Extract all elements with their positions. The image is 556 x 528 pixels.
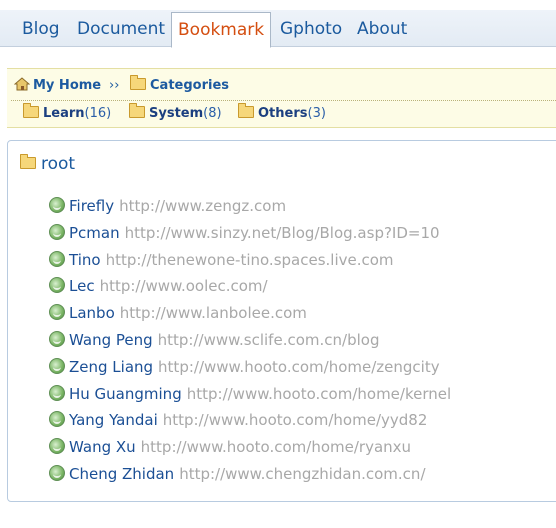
folder-icon [23,103,39,118]
category-others-name: Others [258,106,308,121]
breadcrumb-categories-label: Categories [150,78,230,93]
folder-icon [20,154,36,169]
folder-icon [238,103,254,118]
category-learn-name: Learn [43,106,85,121]
tab-about[interactable]: About [357,13,407,46]
bookmark-name[interactable]: Yang Yandai [69,411,158,429]
bookmark-item: Yang Yandai http://www.hooto.com/home/yyd… [49,407,451,434]
category-others-count: (3) [307,106,326,121]
tab-blog[interactable]: Blog [22,13,60,46]
bookmark-item: Tino http://thenewone-tino.spaces.live.co… [49,247,451,274]
bookmark-name[interactable]: Lanbo [69,304,115,322]
bookmark-url[interactable]: http://www.chengzhidan.com.cn/ [179,465,425,483]
bookmark-name[interactable]: Tino [69,251,101,269]
globe-bookmark-icon [49,411,65,428]
globe-bookmark-icon [49,357,65,374]
bookmark-item: Cheng Zhidan http://www.chengzhidan.com.c… [49,461,451,488]
globe-bookmark-icon [49,197,65,213]
tab-bookmark[interactable]: Bookmark [171,12,272,48]
category-system-name: System [149,106,204,121]
bookmark-url[interactable]: http://www.sinzy.net/Blog/Blog.asp?ID=10 [125,224,440,242]
bookmark-list: Firefly http://www.zengz.com Pcman http://… [49,193,451,488]
breadcrumb-separator: ›› [109,78,120,93]
bookmark-url[interactable]: http://www.hooto.com/home/ryanxu [141,438,411,456]
category-others[interactable]: Others(3) [238,103,326,124]
bookmark-name[interactable]: Zeng Liang [69,358,153,376]
folder-icon [129,103,145,118]
globe-bookmark-icon [49,223,65,240]
bookmark-item: Firefly http://www.zengz.com [49,193,451,220]
globe-bookmark-icon [49,277,65,294]
category-learn-count: (16) [84,106,112,121]
top-tab-bar: Blog Document Bookmark Gphoto About [0,0,556,48]
bookmark-name[interactable]: Pcman [69,224,120,242]
bookmark-url[interactable]: http://www.hooto.com/home/yyd82 [163,411,428,429]
root-title-label: root [41,154,76,174]
bookmark-name[interactable]: Wang Peng [69,331,153,349]
breadcrumb-home-label: My Home [33,78,102,93]
bookmark-url[interactable]: http://www.oolec.com/ [100,277,268,295]
tab-document[interactable]: Document [77,13,165,46]
root-folder-title[interactable]: root [20,153,75,175]
bookmark-item: Lec http://www.oolec.com/ [49,273,451,300]
home-icon [14,77,30,91]
breadcrumb-home-link[interactable]: My Home [14,76,101,96]
bookmark-name[interactable]: Lec [69,277,95,295]
globe-bookmark-icon [49,330,65,347]
folder-icon [130,75,146,90]
root-bookmark-box: root Firefly http://www.zengz.com Pcman ht… [7,140,556,502]
bookmark-item: Wang Peng http://www.sclife.com.cn/blog [49,327,451,354]
globe-bookmark-icon [49,250,65,267]
bookmark-url[interactable]: http://thenewone-tino.spaces.live.com [106,251,394,269]
bookmark-url[interactable]: http://www.zengz.com [119,197,286,215]
bookmark-name[interactable]: Cheng Zhidan [69,465,174,483]
bookmark-url[interactable]: http://www.lanbolee.com [120,304,307,322]
bookmark-item: Hu Guangming http://www.hooto.com/home/ke… [49,381,451,408]
bookmark-url[interactable]: http://www.sclife.com.cn/blog [158,331,380,349]
bookmark-name[interactable]: Wang Xu [69,438,136,456]
category-system[interactable]: System(8) [129,103,222,124]
bookmark-item: Pcman http://www.sinzy.net/Blog/Blog.asp?… [49,220,451,247]
bookmark-item: Wang Xu http://www.hooto.com/home/ryanxu [49,434,451,461]
bookmark-url[interactable]: http://www.hooto.com/home/zengcity [158,358,440,376]
breadcrumb-categories-link[interactable]: Categories [130,75,230,96]
category-system-count: (8) [203,106,222,121]
category-panel: My Home ›› Categories Learn(16) System(8… [7,68,556,128]
dotted-divider [11,100,556,101]
bookmark-item: Zeng Liang http://www.hooto.com/home/zeng… [49,354,451,381]
tab-gphoto[interactable]: Gphoto [280,13,342,46]
bookmark-item: Lanbo http://www.lanbolee.com [49,300,451,327]
bookmark-name[interactable]: Hu Guangming [69,385,182,403]
bookmark-name[interactable]: Firefly [69,197,114,215]
bookmark-url[interactable]: http://www.hooto.com/home/kernel [187,385,451,403]
category-learn[interactable]: Learn(16) [23,103,112,124]
globe-bookmark-icon [49,384,65,401]
globe-bookmark-icon [49,438,65,455]
globe-bookmark-icon [49,464,65,481]
globe-bookmark-icon [49,304,65,321]
